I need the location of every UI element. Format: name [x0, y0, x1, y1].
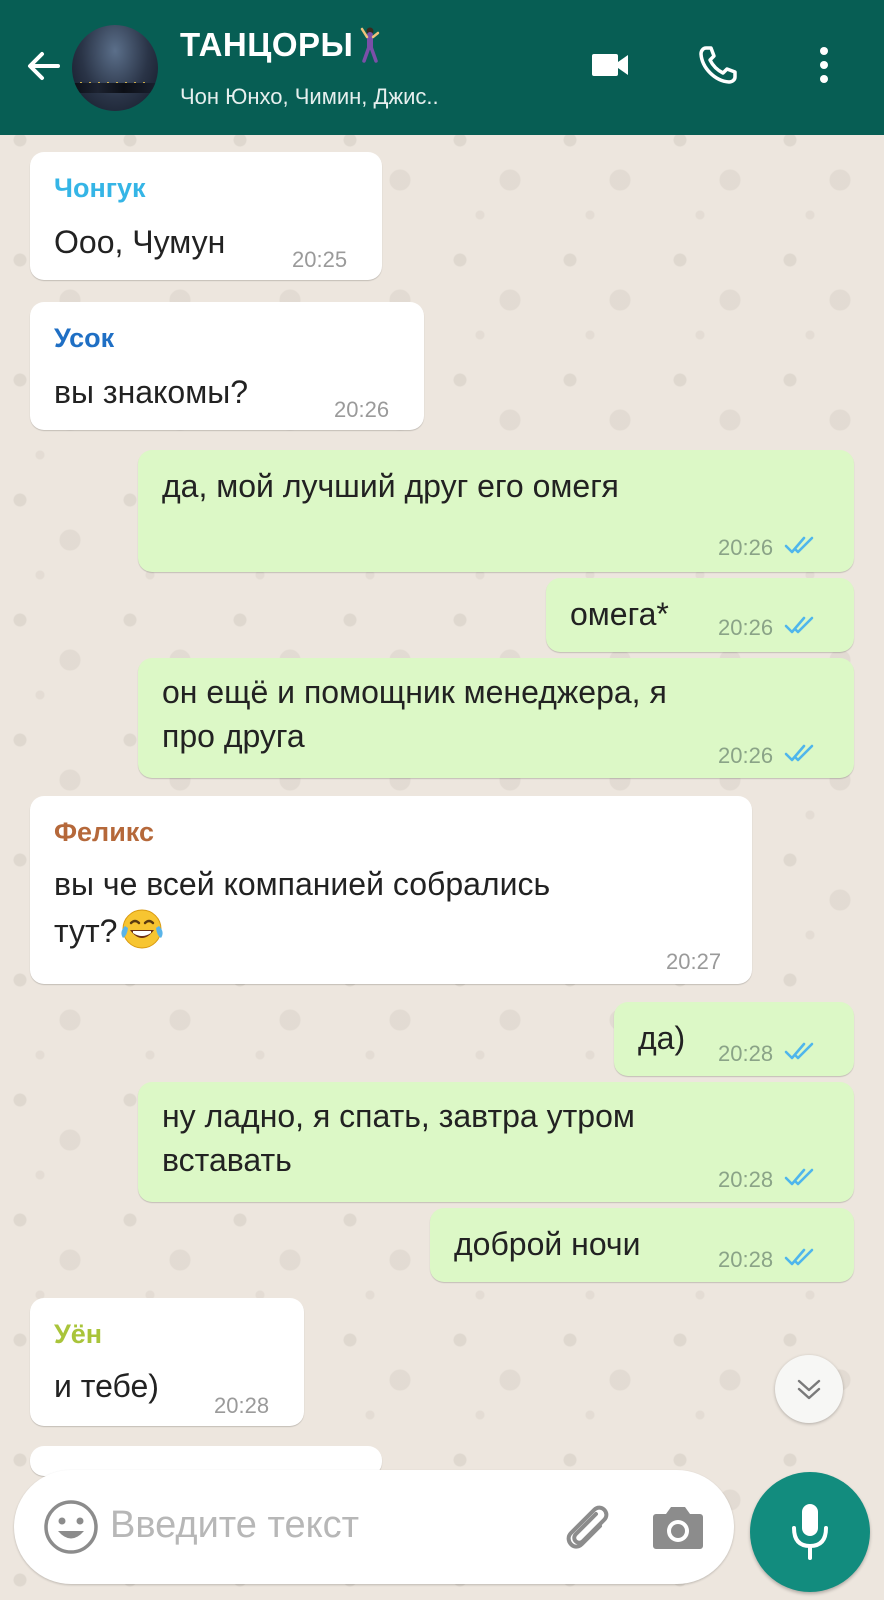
read-ticks-icon: [784, 1168, 814, 1186]
incoming-message[interactable]: Уён и тебе) 20:28: [30, 1298, 304, 1426]
chevron-double-down-icon: [797, 1379, 821, 1400]
incoming-message[interactable]: Чонгук Ооо, Чумун 20:25: [30, 152, 382, 280]
sender-name[interactable]: Уён: [54, 1318, 102, 1350]
message-time: 20:25: [292, 247, 348, 272]
read-ticks-icon: [784, 536, 814, 554]
mic-icon: [792, 1504, 828, 1560]
sender-name[interactable]: Феликс: [54, 816, 154, 848]
back-arrow-icon[interactable]: [22, 44, 66, 88]
message-line: вставать: [162, 1142, 292, 1178]
outgoing-message[interactable]: да) 20:28: [614, 1002, 854, 1076]
message-text: омега*: [570, 596, 669, 632]
message-text: да): [638, 1020, 686, 1056]
message-line: про друга: [162, 718, 305, 754]
outgoing-message[interactable]: ну ладно, я спать, завтра утром вставать…: [138, 1082, 854, 1202]
attach-icon[interactable]: [556, 1496, 616, 1556]
read-ticks-icon: [784, 744, 814, 762]
message-composer: Введите текст: [14, 1470, 734, 1584]
emoji-icon[interactable]: [42, 1498, 100, 1556]
read-ticks-icon: [784, 1248, 814, 1266]
tears-of-joy-emoji-icon: [121, 909, 164, 949]
message-time: 20:28: [718, 1247, 774, 1272]
incoming-message[interactable]: Усок вы знакомы? 20:26: [30, 302, 424, 430]
read-ticks-icon: [784, 1042, 814, 1060]
message-time: 20:26: [718, 615, 774, 640]
dancer-emoji-icon: [361, 27, 380, 63]
read-ticks-icon: [784, 616, 814, 634]
outgoing-message[interactable]: доброй ночи 20:28: [430, 1208, 854, 1282]
incoming-message[interactable]: Феликс вы че всей компанией собрались ту…: [30, 796, 752, 984]
message-time: 20:26: [718, 535, 774, 560]
chat-header: ТАНЦОРЫ Чон Юнхо, Чимин, Джис..: [0, 0, 884, 135]
message-text: ну ладно, я спать, завтра утром вставать: [162, 1094, 635, 1182]
message-text: вы че всей компанией собрались тут?: [54, 862, 550, 953]
message-time: 20:26: [718, 743, 774, 768]
message-text: да, мой лучший друг его омегя: [162, 468, 619, 504]
sender-name[interactable]: Чонгук: [54, 172, 146, 204]
group-name: ТАНЦОРЫ: [180, 26, 354, 63]
scroll-to-bottom-button[interactable]: [775, 1355, 843, 1423]
message-time: 20:28: [718, 1167, 774, 1192]
group-members[interactable]: Чон Юнхо, Чимин, Джис..: [180, 84, 439, 110]
message-text: и тебе): [54, 1368, 159, 1404]
message-input[interactable]: Введите текст: [110, 1504, 359, 1547]
message-line: ну ладно, я спать, завтра утром: [162, 1098, 635, 1134]
chat-title[interactable]: ТАНЦОРЫ: [180, 26, 381, 64]
camera-icon[interactable]: [650, 1500, 706, 1554]
message-line: он ещё и помощник менеджера, я: [162, 674, 667, 710]
message-time: 20:28: [214, 1393, 270, 1418]
outgoing-message[interactable]: омега* 20:26: [546, 578, 854, 652]
voice-call-icon[interactable]: [697, 44, 739, 86]
message-text: Ооо, Чумун: [54, 224, 226, 260]
message-time: 20:27: [666, 949, 722, 974]
message-line: вы че всей компанией собрались: [54, 866, 551, 902]
group-avatar[interactable]: [72, 25, 158, 111]
sender-name[interactable]: Усок: [54, 322, 114, 354]
message-text: доброй ночи: [454, 1226, 641, 1262]
outgoing-message[interactable]: он ещё и помощник менеджера, я про друга…: [138, 658, 854, 778]
message-text: он ещё и помощник менеджера, я про друга: [162, 670, 667, 758]
message-text: вы знакомы?: [54, 374, 248, 410]
more-options-icon[interactable]: [818, 44, 830, 86]
outgoing-message[interactable]: да, мой лучший друг его омегя 20:26: [138, 450, 854, 572]
message-line: тут?: [54, 906, 550, 953]
message-time: 20:28: [718, 1041, 774, 1066]
voice-message-button[interactable]: [750, 1472, 870, 1592]
video-call-icon[interactable]: [590, 44, 632, 86]
message-time: 20:26: [334, 397, 390, 422]
